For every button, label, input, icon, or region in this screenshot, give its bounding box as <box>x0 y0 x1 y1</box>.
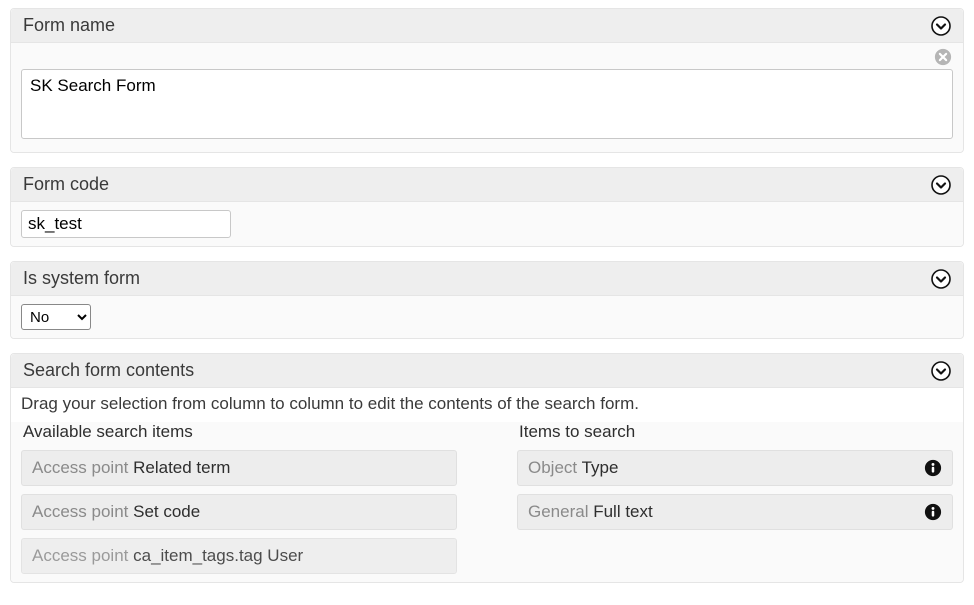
panel-form-name: Form name SK Search Form <box>10 8 964 153</box>
item-prefix: Access point <box>32 502 133 521</box>
to-search-column: Items to search Object Type General Full… <box>517 422 953 582</box>
available-item[interactable]: Access point ca_item_tags.tag User <box>21 538 457 574</box>
available-column: Available search items Access point Rela… <box>21 422 457 582</box>
panel-form-code: Form code <box>10 167 964 247</box>
form-name-input[interactable]: SK Search Form <box>21 69 953 139</box>
item-prefix: Access point <box>32 458 133 477</box>
panel-title: Is system form <box>23 268 140 289</box>
to-search-item[interactable]: Object Type <box>517 450 953 486</box>
item-main: ca_item_tags.tag User <box>133 546 303 565</box>
is-system-select[interactable]: No Yes <box>21 304 91 330</box>
available-item[interactable]: Access point Related term <box>21 450 457 486</box>
panel-header-form-code[interactable]: Form code <box>11 168 963 202</box>
panel-body-form-name: SK Search Form <box>11 43 963 152</box>
panel-is-system: Is system form No Yes <box>10 261 964 339</box>
info-icon[interactable] <box>924 459 942 477</box>
to-search-header: Items to search <box>517 422 953 442</box>
panel-header-form-name[interactable]: Form name <box>11 9 963 43</box>
item-prefix: Access point <box>32 546 133 565</box>
instructions-text: Drag your selection from column to colum… <box>11 388 963 422</box>
chevron-down-icon[interactable] <box>931 175 951 195</box>
panel-title: Form name <box>23 15 115 36</box>
panel-header-contents[interactable]: Search form contents <box>11 354 963 388</box>
panel-body-contents: Drag your selection from column to colum… <box>11 388 963 582</box>
available-item[interactable]: Access point Set code <box>21 494 457 530</box>
panel-header-is-system[interactable]: Is system form <box>11 262 963 296</box>
item-main: Set code <box>133 502 200 521</box>
item-main: Type <box>582 458 619 477</box>
available-header: Available search items <box>21 422 457 442</box>
chevron-down-icon[interactable] <box>931 16 951 36</box>
info-icon[interactable] <box>924 503 942 521</box>
item-main: Related term <box>133 458 230 477</box>
item-prefix: General <box>528 502 593 521</box>
item-main: Full text <box>593 502 653 521</box>
panel-body-form-code <box>11 202 963 246</box>
panel-title: Search form contents <box>23 360 194 381</box>
panel-contents: Search form contents Drag your selection… <box>10 353 964 583</box>
to-search-item[interactable]: General Full text <box>517 494 953 530</box>
form-code-input[interactable] <box>21 210 231 238</box>
item-prefix: Object <box>528 458 582 477</box>
chevron-down-icon[interactable] <box>931 269 951 289</box>
panel-title: Form code <box>23 174 109 195</box>
chevron-down-icon[interactable] <box>931 361 951 381</box>
panel-body-is-system: No Yes <box>11 296 963 338</box>
clear-icon[interactable] <box>933 47 953 67</box>
